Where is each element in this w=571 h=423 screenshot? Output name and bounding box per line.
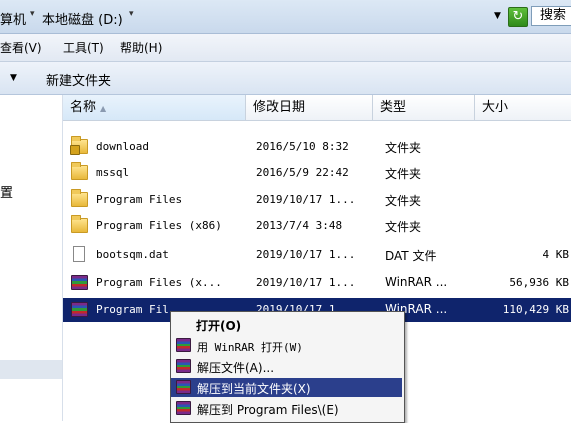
rar-archive-icon [71, 275, 88, 290]
lock-icon [70, 145, 80, 155]
new-folder-button[interactable]: 新建文件夹 [46, 70, 111, 89]
file-size: 110,429 KB [502, 303, 569, 316]
file-row[interactable]: Program Files (x... 2019/10/17 1... WinR… [63, 271, 571, 295]
sort-ascending-icon: ▲ [100, 104, 107, 113]
context-menu: 打开(O) 用 WinRAR 打开(W) 解压文件(A)... 解压到当前文件夹… [170, 311, 405, 423]
folder-icon [71, 162, 88, 180]
file-name: mssql [96, 166, 130, 179]
menu-tools[interactable]: 工具(T) [63, 39, 104, 56]
file-type: 文件夹 [385, 167, 422, 181]
file-date: 2016/5/9 22:42 [256, 166, 349, 179]
menu-item-extract-files[interactable]: 解压文件(A)... [171, 357, 402, 376]
winrar-icon [176, 359, 191, 373]
folder-icon [71, 215, 88, 233]
column-header-name-label: 名称 [70, 100, 97, 115]
file-date: 2019/10/17 1... [256, 193, 356, 206]
menu-item-label: 用 WinRAR 打开(W) [197, 341, 303, 354]
menu-view[interactable]: 查看(V) [0, 39, 42, 56]
menu-item-open-with-winrar[interactable]: 用 WinRAR 打开(W) [171, 336, 402, 355]
nav-item[interactable]: 置 [0, 182, 13, 201]
file-name: bootsqm.dat [96, 248, 169, 261]
winrar-icon [176, 401, 191, 415]
menu-item-extract-here[interactable]: 解压到当前文件夹(X) [171, 378, 402, 397]
menu-item-label: 解压到 Program Files\(E) [197, 403, 339, 417]
command-bar: ▼ 新建文件夹 [0, 62, 571, 95]
menu-item-label: 解压到当前文件夹(X) [197, 382, 311, 396]
menu-item-label: 解压文件(A)... [197, 361, 275, 375]
column-header-date[interactable]: 修改日期 [246, 95, 373, 121]
file-row[interactable]: mssql 2016/5/9 22:42 文件夹 [63, 161, 571, 185]
breadcrumb-chevron-icon[interactable]: ▾ [30, 9, 35, 19]
organize-dropdown-icon[interactable]: ▼ [10, 73, 17, 83]
menu-help[interactable]: 帮助(H) [120, 39, 162, 56]
file-row[interactable]: bootsqm.dat 2019/10/17 1... DAT 文件 4 KB [63, 243, 571, 267]
file-name: Program Files (x86) [96, 219, 222, 232]
menu-item-open[interactable]: 打开(O) [171, 315, 402, 334]
file-name: Program Files (x... [96, 276, 222, 289]
file-date: 2013/7/4 3:48 [256, 219, 343, 232]
file-row[interactable]: Program Files (x86) 2013/7/4 3:48 文件夹 [63, 214, 571, 238]
refresh-icon[interactable]: ↻ [508, 7, 528, 27]
file-row[interactable]: Program Files 2019/10/17 1... 文件夹 [63, 188, 571, 212]
menu-item-extract-to-folder[interactable]: 解压到 Program Files\(E) [171, 399, 402, 418]
breadcrumb-chevron-icon[interactable]: ▾ [129, 9, 134, 19]
breadcrumb-drive-d[interactable]: 本地磁盘 (D:) [42, 9, 123, 28]
file-type: DAT 文件 [385, 249, 437, 263]
file-name: download [96, 140, 149, 153]
file-date: 2019/10/17 1... [256, 276, 356, 289]
address-history-dropdown-icon[interactable]: ▼ [494, 11, 501, 21]
navigation-pane: 置 [0, 95, 63, 421]
rar-archive-icon [71, 302, 88, 317]
column-header-name[interactable]: 名称 ▲ [63, 95, 246, 121]
file-size: 4 KB [542, 248, 570, 261]
search-input[interactable]: 搜索 [531, 6, 571, 26]
file-size: 56,936 KB [509, 276, 569, 289]
menu-item-label: 打开(O) [196, 319, 242, 333]
winrar-icon [176, 338, 191, 352]
locked-folder-icon [70, 136, 88, 155]
column-header-type[interactable]: 类型 [373, 95, 475, 121]
column-header-size[interactable]: 大小 [475, 95, 571, 121]
menu-bar: 查看(V) 工具(T) 帮助(H) [0, 34, 571, 62]
folder-icon [71, 189, 88, 207]
breadcrumb-computer[interactable]: 算机 [0, 9, 26, 28]
file-date: 2019/10/17 1... [256, 248, 356, 261]
file-name: Program Files [96, 193, 183, 206]
winrar-icon [176, 380, 191, 394]
file-type: WinRAR ... [385, 275, 448, 289]
file-row[interactable]: download 2016/5/10 8:32 文件夹 [63, 135, 571, 159]
address-bar: 算机 ▾ 本地磁盘 (D:) ▾ ▼ ↻ 搜索 [0, 0, 571, 34]
file-icon [73, 246, 85, 262]
file-date: 2016/5/10 8:32 [256, 140, 349, 153]
file-type: 文件夹 [385, 141, 422, 155]
nav-separator [0, 360, 62, 379]
file-type: 文件夹 [385, 194, 422, 208]
file-type: 文件夹 [385, 220, 422, 234]
